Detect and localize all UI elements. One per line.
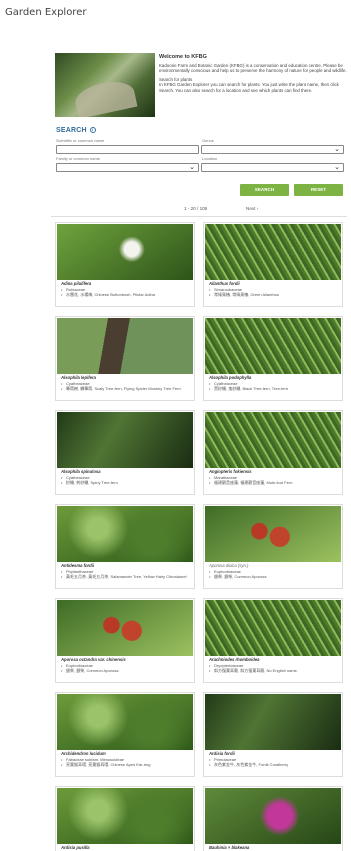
plant-scientific-name[interactable]: Arachniodes rhomboidea [209, 657, 260, 662]
plant-photo[interactable] [205, 694, 341, 750]
plant-details: Simaroubaceae常綠臭椿, 常綠臭椿, Green Ailanthus [209, 287, 341, 297]
plant-card[interactable]: Ailanthus fordiiSimaroubaceae常綠臭椿, 常綠臭椿,… [203, 222, 343, 307]
plant-common-names: 黑桫欏, 鬼桫欏, Black Tree-fern, Tree-fern [209, 386, 341, 391]
plant-photo[interactable] [205, 412, 341, 468]
plant-common-names: 水團花, 水楊梅, Chinese Buttonbush, Pilular Ad… [61, 292, 193, 297]
intro-section: Welcome to KFBG Kadoorie Farm and Botani… [55, 53, 347, 119]
info-icon[interactable]: i [89, 127, 96, 134]
chevron-down-icon: ⌄ [189, 164, 195, 171]
plant-photo[interactable] [205, 788, 341, 844]
plant-card[interactable]: Alsophila lepiferaCyatheaceae筆筒樹, 鱗筆筒, S… [55, 316, 195, 401]
plant-scientific-name[interactable]: Aporosa dioica (syn.) [209, 563, 248, 568]
plant-details: Cyatheaceae桫欏, 刺桫欏, Spiny Tree-fern [61, 475, 193, 485]
plant-scientific-name[interactable]: Aporosa octandra var. chinensis [61, 657, 126, 662]
family-field-label: Family or common name [56, 156, 101, 161]
search-title: SEARCH i [56, 127, 96, 134]
location-select[interactable]: ⌄ [201, 163, 344, 172]
plant-common-names: 桫欏, 刺桫欏, Spiny Tree-fern [61, 480, 193, 485]
plant-card[interactable]: Adina piluliferaRubiaceae水團花, 水楊梅, Chine… [55, 222, 195, 307]
plant-card[interactable]: Alsophila spinulosaCyatheaceae桫欏, 刺桫欏, S… [55, 410, 195, 495]
plant-photo[interactable] [205, 506, 341, 562]
plant-scientific-name[interactable]: Ailanthus fordii [209, 281, 240, 286]
location-field-label: Location [202, 156, 218, 161]
plant-scientific-name[interactable]: Antidesma fordii [61, 563, 94, 568]
plant-scientific-name[interactable]: Alsophila podophylla [209, 375, 251, 380]
plant-details: Phyllanthaceae黃毛五月茶, 黃毛五月茶, Salamander T… [61, 569, 193, 579]
plant-scientific-name[interactable]: Bauhinia × blakeana [209, 845, 249, 850]
plant-photo[interactable] [205, 600, 341, 656]
plant-common-names: 銀柴, 銀柴, Common Aporosa [209, 574, 341, 579]
app-title: Garden Explorer [5, 7, 87, 18]
intro-text: Welcome to KFBG Kadoorie Farm and Botani… [159, 54, 349, 97]
plant-details: Primulaceae灰色紫金牛, 灰色紫金牛, Fordii Coralber… [209, 757, 341, 767]
plant-photo[interactable] [57, 788, 193, 844]
name-search-input[interactable] [56, 145, 199, 154]
plant-common-names: 福建觀音座蓮, 福建觀音座蓮, Mule-foot Fern [209, 480, 341, 485]
chevron-down-icon: ⌄ [334, 164, 340, 171]
plant-details: Rubiaceae水團花, 水楊梅, Chinese Buttonbush, P… [61, 287, 193, 297]
family-select[interactable]: ⌄ [56, 163, 199, 172]
plant-details: Cyatheaceae黑桫欏, 鬼桫欏, Black Tree-fern, Tr… [209, 381, 341, 391]
pager-range: 1 - 20 / 105 [184, 206, 208, 211]
plant-card[interactable]: Angiopteris fokiensisMarattiaceae福建觀音座蓮,… [203, 410, 343, 495]
intro-paragraph-2-title: Search for plants [159, 76, 193, 82]
plant-scientific-name[interactable]: Angiopteris fokiensis [209, 469, 252, 474]
plant-scientific-name[interactable]: Ardisia fordii [209, 751, 235, 756]
plant-scientific-name[interactable]: Ardisia pusilla [61, 845, 90, 850]
genus-select[interactable]: ⌄ [201, 145, 344, 154]
plant-card[interactable]: Aporosa octandra var. chinensisEuphorbia… [55, 598, 195, 683]
plant-scientific-name[interactable]: Alsophila lepifera [61, 375, 96, 380]
results-divider [51, 216, 347, 217]
plant-scientific-name[interactable]: Archidendron lucidum [61, 751, 106, 756]
plant-details: Fabaceae subfam. Mimosoideae亮葉猴耳環, 亮葉猴耳環… [61, 757, 193, 767]
plant-details: Cyatheaceae筆筒樹, 鱗筆筒, Scaly Tree-fern, Fl… [61, 381, 193, 391]
search-button[interactable]: SEARCH [240, 184, 289, 196]
intro-paragraph-1: Kadoorie Farm and Botanic Garden (KFBG) … [159, 62, 347, 74]
plant-card[interactable]: Aporosa dioica (syn.)Euphorbiaceae銀柴, 銀柴… [203, 504, 343, 589]
plant-card[interactable]: Ardisia pusillaPrimulaceae九節龍, 九節龍, Cree… [55, 786, 195, 851]
reset-button[interactable]: RESET [294, 184, 343, 196]
intro-heading: Welcome to KFBG [159, 54, 207, 60]
plant-common-names: 筆筒樹, 鱗筆筒, Scaly Tree-fern, Flying Spider… [61, 386, 193, 391]
plant-common-names: 亮葉猴耳環, 亮葉猴耳環, Chinese Apes Ear-ring [61, 762, 193, 767]
plant-card[interactable]: Arachniodes rhomboideaDryopteridaceae斜方復… [203, 598, 343, 683]
search-title-text: SEARCH [56, 127, 87, 134]
plant-photo[interactable] [57, 600, 193, 656]
plant-photo[interactable] [57, 318, 193, 374]
plant-photo[interactable] [57, 412, 193, 468]
plant-card[interactable]: Antidesma fordiiPhyllanthaceae黃毛五月茶, 黃毛五… [55, 504, 195, 589]
name-field-label: Scientific or common name [56, 138, 105, 143]
plant-card[interactable]: Alsophila podophyllaCyatheaceae黑桫欏, 鬼桫欏,… [203, 316, 343, 401]
plant-common-names: 黃毛五月茶, 黃毛五月茶, Salamander Tree, Yellow Ha… [61, 574, 193, 579]
plant-details: Marattiaceae福建觀音座蓮, 福建觀音座蓮, Mule-foot Fe… [209, 475, 341, 485]
plant-details: Dryopteridaceae斜方復葉耳蕨, 斜方復葉耳蕨, No Englis… [209, 663, 341, 673]
plant-details: Euphorbiaceae銀柴, 銀柴, Common Aporosa [209, 569, 341, 579]
plant-card[interactable]: Bauhinia × blakeanaFabaceae subfam. Caes… [203, 786, 343, 851]
plant-common-names: 銀柴, 銀柴, Common Aporosa [61, 668, 193, 673]
plant-scientific-name[interactable]: Alsophila spinulosa [61, 469, 101, 474]
plant-common-names: 斜方復葉耳蕨, 斜方復葉耳蕨, No English name. [209, 668, 341, 673]
genus-field-label: Genus [202, 138, 214, 143]
intro-garden-image [55, 53, 155, 117]
plant-card[interactable]: Ardisia fordiiPrimulaceae灰色紫金牛, 灰色紫金牛, F… [203, 692, 343, 777]
plant-photo[interactable] [205, 318, 341, 374]
plant-common-names: 灰色紫金牛, 灰色紫金牛, Fordii Coralberry [209, 762, 341, 767]
plant-common-names: 常綠臭椿, 常綠臭椿, Green Ailanthus [209, 292, 341, 297]
plant-details: Euphorbiaceae銀柴, 銀柴, Common Aporosa [61, 663, 193, 673]
plant-card[interactable]: Archidendron lucidumFabaceae subfam. Mim… [55, 692, 195, 777]
intro-paragraph-2: In KFBG Garden Explorer you can search f… [159, 82, 339, 93]
pager-next-link[interactable]: Next › [246, 206, 258, 211]
plant-photo[interactable] [205, 224, 341, 280]
plant-photo[interactable] [57, 224, 193, 280]
plant-photo[interactable] [57, 694, 193, 750]
plant-photo[interactable] [57, 506, 193, 562]
plant-scientific-name[interactable]: Adina pilulifera [61, 281, 91, 286]
chevron-down-icon: ⌄ [334, 146, 340, 153]
